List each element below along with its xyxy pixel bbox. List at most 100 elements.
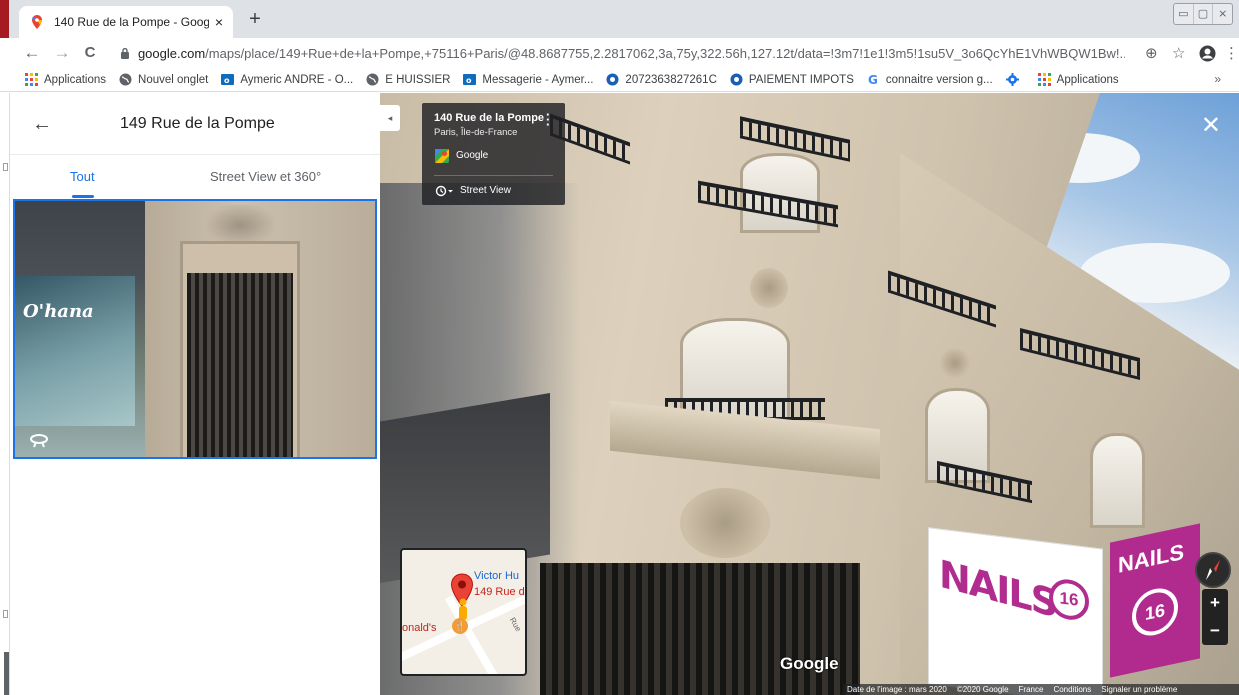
minimize-button[interactable]: ▭	[1174, 4, 1194, 24]
zoom-out-button[interactable]: −	[1202, 617, 1228, 645]
install-icon[interactable]: ⊕	[1145, 44, 1158, 62]
nails-shop-sign: NAILS 16	[928, 527, 1103, 695]
new-tab-button[interactable]: +	[244, 9, 266, 31]
bookmark-item[interactable]: G connaitre version g...	[867, 73, 993, 86]
bookmark-item[interactable]: PAIEMENT IMPOTS	[730, 73, 854, 86]
bookmark-label: connaitre version g...	[885, 73, 993, 86]
globe-icon	[366, 73, 379, 86]
url-path: /maps/place/149+Rue+de+la+Pompe,+75116+P…	[205, 45, 1125, 61]
bookmark-item[interactable]: E HUISSIER	[366, 73, 450, 86]
window-edge	[0, 0, 9, 38]
bookmark-label: 2072363827261C	[625, 73, 717, 86]
shuttered-window	[1090, 433, 1145, 528]
street-view-360-icon	[30, 434, 48, 448]
apps-grid-icon	[1037, 73, 1051, 86]
reload-button[interactable]: C	[80, 43, 100, 63]
thumb-iron-door	[187, 273, 293, 457]
back-arrow-icon[interactable]: ←	[32, 113, 52, 136]
mascaron-sculpture	[940, 348, 970, 378]
report-problem-link[interactable]: Signaler un problème	[1101, 685, 1177, 694]
close-window-button[interactable]: ⨯	[1213, 4, 1232, 24]
chrome-menu-icon[interactable]: ⋮	[1224, 44, 1239, 62]
copyright: ©2020 Google	[956, 685, 1009, 694]
svg-text:o: o	[466, 76, 472, 85]
edge-marker	[3, 163, 8, 171]
nails-blade-sign: NAILS 16	[1110, 523, 1200, 678]
bookmarks-overflow-button[interactable]: »	[1214, 72, 1221, 86]
restaurant-icon: 🍴	[452, 618, 468, 634]
map-footer: Date de l'image : mars 2020 ©2020 Google…	[843, 684, 1239, 695]
edge-marker	[3, 610, 8, 618]
bookmark-item[interactable]: o Aymeric ANDRE - O...	[221, 73, 353, 86]
thumb-shop-sign: O'hana	[23, 301, 94, 322]
provider-label: Google	[456, 150, 489, 161]
apps-grid-icon	[25, 73, 38, 86]
google-g-icon: G	[868, 73, 878, 86]
bookmark-item[interactable]: Nouvel onglet	[119, 73, 208, 86]
google-maps-icon	[435, 149, 449, 163]
history-clock-icon[interactable]	[435, 185, 455, 197]
bookmark-item[interactable]: Applications	[1037, 73, 1119, 86]
collapse-panel-button[interactable]: ◂	[380, 105, 400, 131]
terms-link[interactable]: Conditions	[1053, 685, 1091, 694]
location-info-card: 140 Rue de la Pompe Paris, Île-de-France…	[422, 103, 565, 205]
bookmark-label: Aymeric ANDRE - O...	[240, 73, 354, 86]
street-view-panorama[interactable]: NAILS 16 NAILS 16 ◂ 140 Rue de la Pompe …	[380, 93, 1239, 695]
map-label-place: 149 Rue d	[474, 586, 525, 598]
zoom-in-button[interactable]: +	[1202, 589, 1228, 617]
bookmark-label: Nouvel onglet	[138, 73, 209, 86]
bookmark-item[interactable]	[1005, 73, 1025, 86]
compass-icon[interactable]	[1195, 552, 1231, 588]
panel-header: ← 149 Rue de la Pompe	[10, 93, 380, 155]
ground-floor-ironwork	[540, 563, 860, 695]
window-controls: ▭ ▢ ⨯	[1173, 3, 1233, 25]
outlook-icon: o	[463, 74, 477, 85]
tab-all[interactable]: Tout	[70, 169, 95, 184]
zoom-controls: + −	[1202, 589, 1228, 645]
nails-sign-text: NAILS	[939, 551, 1056, 627]
edge-scroll	[4, 652, 9, 695]
maps-pin-icon	[32, 15, 42, 29]
bookmark-item[interactable]: 2072363827261C	[606, 73, 717, 86]
close-icon[interactable]: ✕	[1201, 111, 1221, 140]
bookmark-label: PAIEMENT IMPOTS	[748, 73, 854, 86]
active-tab-indicator	[72, 195, 94, 198]
forward-button[interactable]: →	[52, 43, 72, 63]
location-title[interactable]: 140 Rue de la Pompe	[434, 112, 544, 124]
bookmark-label: E HUISSIER	[385, 73, 451, 86]
bookmark-star-icon[interactable]: ☆	[1172, 44, 1185, 62]
gear-icon	[1005, 73, 1019, 86]
bookmark-label: Applications	[44, 73, 107, 86]
nails-blade-text: NAILS	[1118, 538, 1184, 578]
map-label-victor-hugo: Victor Hu	[474, 570, 520, 582]
back-button[interactable]: ←	[22, 43, 42, 63]
maximize-button[interactable]: ▢	[1194, 4, 1214, 24]
mini-map[interactable]: Victor Hu 149 Rue d onald's Rue 🍴	[400, 548, 527, 676]
bookmark-item[interactable]: o Messagerie - Aymer...	[463, 73, 593, 86]
tab-title: 140 Rue de la Pompe - Google M	[54, 15, 209, 29]
divider	[434, 175, 553, 176]
profile-icon[interactable]	[1199, 45, 1216, 62]
more-options-icon[interactable]: · · ·	[546, 108, 552, 131]
mascaron-sculpture	[680, 488, 770, 558]
svg-text:o: o	[224, 76, 230, 85]
browser-tab[interactable]: 140 Rue de la Pompe - Google M ×	[19, 6, 233, 38]
url-host: google.com	[137, 45, 206, 61]
bookmark-label: Applications	[1056, 73, 1119, 86]
url-text: google.com/maps/place/149+Rue+de+la+Pomp…	[138, 46, 1125, 61]
image-date: Date de l'image : mars 2020	[847, 685, 947, 694]
map-label-road: Rue	[507, 615, 523, 634]
country-link[interactable]: France	[1019, 685, 1044, 694]
lock-icon	[120, 47, 129, 59]
tab-street-view[interactable]: Street View et 360°	[210, 169, 321, 184]
google-watermark: Google	[780, 654, 839, 673]
blue-circle-icon	[730, 73, 743, 86]
mascaron-sculpture	[750, 268, 788, 308]
nails-blade-number: 16	[1132, 584, 1178, 640]
street-view-thumbnail[interactable]: O'hana	[13, 199, 377, 459]
tab-close-icon[interactable]: ×	[215, 14, 223, 30]
photos-panel: ← 149 Rue de la Pompe Tout Street View e…	[10, 93, 380, 695]
url-field[interactable]: google.com/maps/place/149+Rue+de+la+Pomp…	[110, 41, 1125, 65]
bookmark-item[interactable]: Applications	[25, 73, 106, 86]
bookmarks-bar: Applications Nouvel onglet o Aymeric AND…	[0, 68, 1239, 92]
